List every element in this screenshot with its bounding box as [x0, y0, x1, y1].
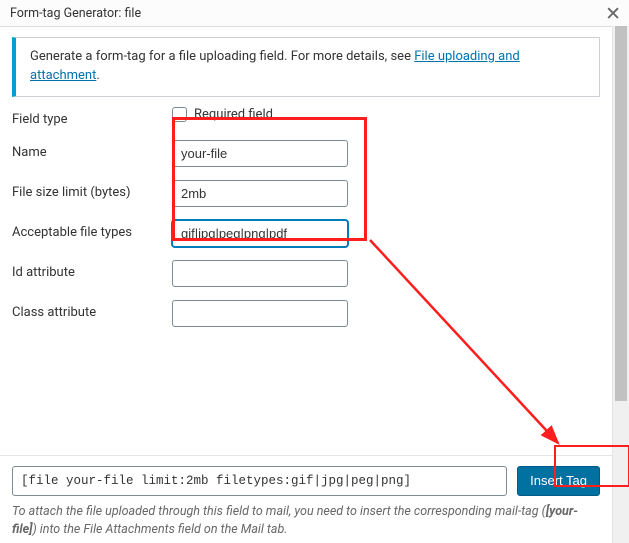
required-checkbox-wrap[interactable]: Required field: [172, 107, 273, 122]
close-icon[interactable]: ✕: [605, 4, 621, 23]
vertical-scrollbar[interactable]: [612, 26, 629, 543]
id-attr-input[interactable]: [172, 260, 348, 287]
required-checkbox[interactable]: [172, 107, 187, 122]
acceptable-types-input[interactable]: [172, 220, 348, 247]
hint-before: To attach the file uploaded through this…: [12, 504, 546, 519]
dialog-bottom: Insert Tag To attach the file uploaded t…: [0, 455, 612, 543]
info-text-before: Generate a form-tag for a file uploading…: [30, 49, 414, 64]
info-box: Generate a form-tag for a file uploading…: [12, 37, 600, 97]
row-id-attr: Id attribute: [12, 260, 600, 287]
label-class-attr: Class attribute: [12, 300, 172, 320]
form-grid: Field type Required field Name: [12, 107, 600, 327]
row-acceptable: Acceptable file types: [12, 220, 600, 247]
dialog-titlebar: Form-tag Generator: file ✕: [0, 0, 629, 27]
row-file-size: File size limit (bytes): [12, 180, 600, 207]
row-field-type: Field type Required field: [12, 107, 600, 127]
label-field-type: Field type: [12, 107, 172, 127]
scrollbar-thumb[interactable]: [615, 26, 627, 401]
info-text-after: .: [96, 68, 99, 83]
hint-after: ) into the File Attachments field on the…: [33, 522, 288, 537]
label-acceptable: Acceptable file types: [12, 220, 172, 240]
dialog-title: Form-tag Generator: file: [10, 6, 141, 21]
class-attr-input[interactable]: [172, 300, 348, 327]
insert-tag-button[interactable]: Insert Tag: [517, 466, 600, 496]
mail-tag-hint: To attach the file uploaded through this…: [12, 503, 600, 539]
label-name: Name: [12, 140, 172, 160]
name-input[interactable]: [172, 140, 348, 167]
form-tag-generator-dialog: Form-tag Generator: file ✕ Generate a fo…: [0, 0, 629, 543]
row-class-attr: Class attribute: [12, 300, 600, 327]
row-name: Name: [12, 140, 600, 167]
required-label: Required field: [194, 107, 273, 122]
label-file-size: File size limit (bytes): [12, 180, 172, 200]
label-id-attr: Id attribute: [12, 260, 172, 280]
generated-tag-input[interactable]: [12, 466, 507, 496]
file-size-input[interactable]: [172, 180, 348, 207]
dialog-content: Generate a form-tag for a file uploading…: [0, 27, 629, 543]
